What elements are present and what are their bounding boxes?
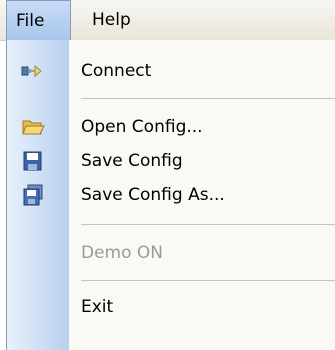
menu-item-open-config-label: Open Config...: [81, 117, 203, 137]
menu-separator: [81, 224, 335, 225]
menu-file[interactable]: File: [6, 0, 71, 40]
file-dropdown-menu: Connect Open Config... Save Config Save …: [6, 40, 335, 350]
menu-item-exit-label: Exit: [81, 297, 114, 317]
menu-item-exit[interactable]: Exit: [7, 288, 335, 326]
menu-item-connect-label: Connect: [81, 61, 152, 81]
menu-help[interactable]: Help: [84, 0, 131, 40]
menu-separator: [81, 98, 335, 99]
connect-icon: [21, 60, 45, 82]
menu-item-save-config[interactable]: Save Config: [7, 142, 335, 180]
menu-item-save-config-as[interactable]: Save Config As...: [7, 176, 335, 214]
menu-separator: [81, 280, 335, 281]
menu-item-save-config-label: Save Config: [81, 151, 183, 171]
save-icon: [21, 150, 45, 172]
open-folder-icon: [21, 116, 45, 138]
menu-item-demo-on-label: Demo ON: [81, 243, 164, 263]
menu-item-save-config-as-label: Save Config As...: [81, 185, 225, 205]
save-as-icon: [21, 184, 45, 206]
menu-bar: File Help: [0, 0, 335, 41]
menu-item-connect[interactable]: Connect: [7, 52, 335, 90]
menu-item-demo-on: Demo ON: [7, 234, 335, 272]
menu-item-open-config[interactable]: Open Config...: [7, 108, 335, 146]
